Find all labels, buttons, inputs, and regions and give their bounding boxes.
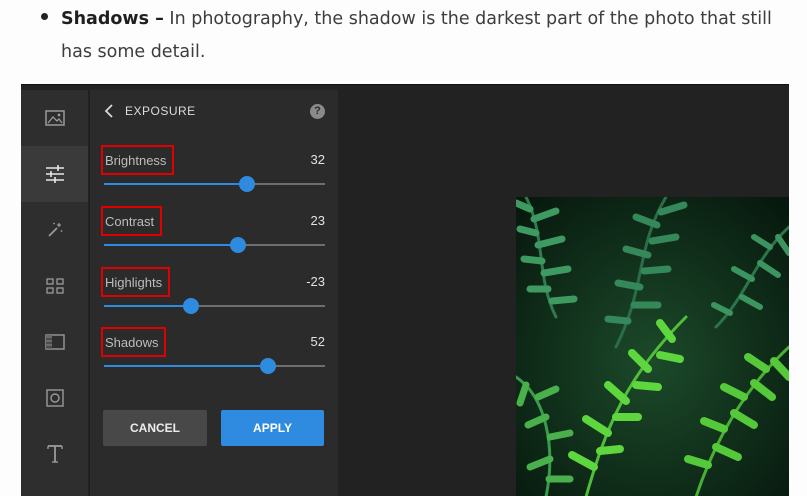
tool-effects[interactable]: [21, 202, 88, 258]
slider-contrast: Contrast 23: [90, 206, 339, 256]
tool-layouts[interactable]: [21, 258, 88, 314]
bullet-paragraph: Shadows – In photography, the shadow is …: [61, 3, 791, 69]
slider-fill: [104, 244, 238, 246]
tool-textures[interactable]: [21, 314, 88, 370]
slider-label: Brightness: [105, 152, 167, 168]
frame-icon: [45, 389, 64, 407]
slider-thumb[interactable]: [229, 237, 246, 253]
tool-text[interactable]: [21, 426, 88, 482]
help-icon[interactable]: ?: [310, 104, 325, 119]
slider-label: Contrast: [105, 213, 155, 229]
slider-brightness: Brightness 32: [90, 145, 339, 195]
grid-icon: [45, 278, 64, 294]
slider-track[interactable]: [104, 176, 325, 192]
fern-photo: [516, 197, 789, 496]
highlight-box: Contrast: [101, 206, 163, 236]
slider-track[interactable]: [104, 237, 325, 253]
slider-label: Highlights: [105, 274, 163, 290]
image-icon: [44, 110, 65, 126]
article-text: Shadows – In photography, the shadow is …: [0, 0, 807, 84]
slider-thumb[interactable]: [238, 176, 255, 192]
chevron-left-icon[interactable]: [102, 103, 116, 119]
bullet-description: In photography, the shadow is the darkes…: [61, 9, 772, 62]
slider-track[interactable]: [104, 298, 325, 314]
panel-title: EXPOSURE: [125, 104, 196, 118]
magic-wand-icon: [47, 222, 62, 237]
slider-fill: [104, 365, 268, 367]
adjust-sliders-icon: [45, 165, 64, 183]
slider-value: -23: [306, 274, 325, 289]
slider-fill: [104, 305, 192, 307]
apply-button[interactable]: APPLY: [221, 410, 324, 446]
exposure-panel: EXPOSURE ? Brightness 32 Contrast 23 Hig…: [89, 90, 338, 496]
slider-thumb[interactable]: [259, 358, 276, 374]
cancel-button[interactable]: CANCEL: [103, 410, 207, 446]
bullet-point: [41, 13, 48, 20]
texture-icon: [44, 334, 65, 350]
slider-shadows: Shadows 52: [90, 327, 339, 377]
slider-value: 32: [310, 152, 325, 167]
slider-fill: [104, 183, 247, 185]
tool-image[interactable]: [21, 90, 88, 146]
highlight-box: Shadows: [101, 327, 167, 357]
slider-thumb[interactable]: [183, 298, 200, 314]
slider-value: 23: [310, 213, 325, 228]
tool-frames[interactable]: [21, 370, 88, 426]
highlight-box: Brightness: [101, 145, 175, 175]
tool-adjust[interactable]: [21, 146, 88, 202]
slider-value: 52: [310, 334, 325, 349]
slider-highlights: Highlights -23: [90, 267, 339, 317]
photo-editor-screenshot: EXPOSURE ? Brightness 32 Contrast 23 Hig…: [21, 84, 789, 496]
image-canvas: [338, 90, 789, 496]
slider-track[interactable]: [104, 358, 325, 374]
bullet-term: Shadows –: [61, 9, 164, 29]
slider-label: Shadows: [105, 334, 159, 350]
editor-toolbar: [21, 90, 88, 496]
fern-image: [516, 197, 789, 496]
text-icon: [46, 445, 63, 463]
highlight-box: Highlights: [101, 267, 171, 297]
